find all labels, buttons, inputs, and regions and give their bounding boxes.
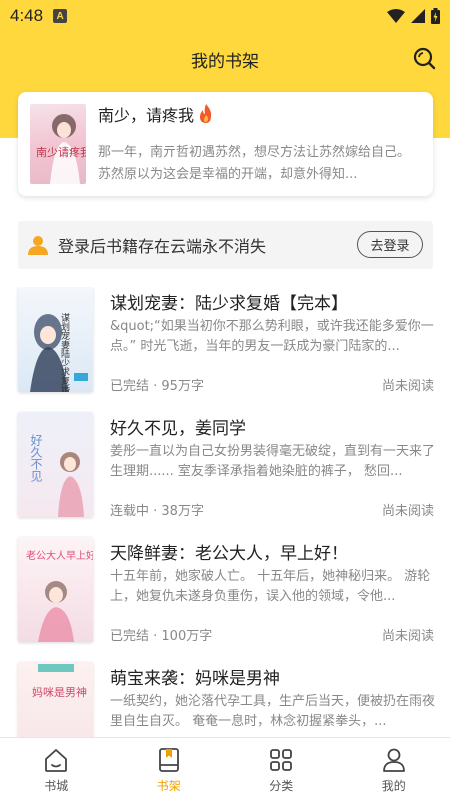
page-title: 我的书架 xyxy=(191,52,259,72)
book-status-wordcount: 连载中 · 38万字 xyxy=(110,504,204,519)
featured-book-description: 那一年，南亓哲初遇苏然，想尽方法让苏然嫁给自己。 苏然原以为这会是幸福的开端，却… xyxy=(98,145,411,182)
book-item[interactable]: 妈咪是男神 萌宝来袭：妈咪是男神 一纸契约，她沦落代孕工具，生产后当天，便被扔在… xyxy=(0,662,450,737)
hot-flame-icon xyxy=(200,104,212,123)
book-title: 好久不见，姜同学 xyxy=(110,419,246,439)
bookshelf-icon xyxy=(158,748,179,772)
book-item[interactable]: 谋划宠妻陆少求复婚 谋划宠妻：陆少求复婚【完本】 &quot;“如果当初你不那么… xyxy=(0,287,450,394)
category-grid-icon xyxy=(270,749,293,771)
book-cover: 妈咪是男神 xyxy=(18,662,93,737)
book-cover-text: 好久不见 xyxy=(29,434,43,483)
book-title: 萌宝来袭：妈咪是男神 xyxy=(110,669,280,689)
wifi-icon xyxy=(387,9,405,23)
status-time: 4:48 xyxy=(10,6,44,25)
featured-book-card[interactable]: 南少请疼我 南少，请疼我 那一年，南亓哲初遇苏然，想尽方法让苏然嫁给自己。 苏然… xyxy=(18,92,433,196)
home-icon xyxy=(45,749,68,772)
search-button[interactable] xyxy=(412,46,436,70)
featured-book-cover: 南少请疼我 xyxy=(30,104,86,184)
tab-profile-label: 我的 xyxy=(381,779,406,793)
featured-title-text: 南少，请疼我 xyxy=(98,106,195,125)
tab-bookshelf[interactable]: 书架 xyxy=(113,738,226,800)
signal-icon xyxy=(411,9,425,23)
battery-icon xyxy=(431,8,440,24)
notification-a-icon: A xyxy=(53,9,68,23)
status-icons xyxy=(387,8,440,24)
book-cover: 老公大人早上好 xyxy=(18,537,93,642)
search-icon xyxy=(413,47,436,70)
book-description: 一纸契约，她沦落代孕工具，生产后当天，便被扔在雨夜里自生自灭。 奄奄一息时，林念… xyxy=(110,694,435,729)
book-item[interactable]: 老公大人早上好 天降鲜妻：老公大人，早上好！ 十五年前，她家破人亡。 十五年后，… xyxy=(0,537,450,644)
tab-bookshelf-label: 书架 xyxy=(156,779,181,793)
user-icon xyxy=(28,236,48,255)
featured-cover-text: 南少请疼我 xyxy=(36,145,86,159)
book-cover: 好久不见 xyxy=(18,412,93,517)
book-status-wordcount: 已完结 · 95万字 xyxy=(110,379,204,394)
book-status-wordcount: 已完结 · 100万字 xyxy=(110,629,213,644)
login-button[interactable]: 去登录 xyxy=(357,231,423,258)
book-title: 天降鲜妻：老公大人，早上好！ xyxy=(110,544,348,564)
tab-profile[interactable]: 我的 xyxy=(338,738,450,800)
status-bar: 4:48 A xyxy=(0,0,450,32)
book-read-status: 尚未阅读 xyxy=(381,379,434,394)
tab-category-label: 分类 xyxy=(269,779,294,793)
login-prompt-text: 登录后书籍存在云端永不消失 xyxy=(58,237,267,256)
featured-book-title: 南少，请疼我 xyxy=(98,102,214,126)
book-description: &quot;“如果当初你不那么势利眼，或许我还能多爱你一点。” 时光飞逝，当年的… xyxy=(110,319,434,354)
book-cover: 谋划宠妻陆少求复婚 xyxy=(18,287,93,392)
book-item[interactable]: 好久不见 好久不见，姜同学 姜彤一直以为自己女扮男装得毫无破绽，直到有一天来了生… xyxy=(0,412,450,519)
tab-category[interactable]: 分类 xyxy=(225,738,338,800)
tab-bookstore[interactable]: 书城 xyxy=(0,738,113,800)
book-cover-text: 谋划宠妻陆少求复婚 xyxy=(59,313,70,392)
book-title: 谋划宠妻：陆少求复婚【完本】 xyxy=(110,294,348,314)
login-prompt-bar: 登录后书籍存在云端永不消失 去登录 xyxy=(18,221,433,269)
profile-icon xyxy=(382,748,405,772)
book-cover-text: 老公大人早上好 xyxy=(26,549,93,562)
bookshelf-list: 谋划宠妻陆少求复婚 谋划宠妻：陆少求复婚【完本】 &quot;“如果当初你不那么… xyxy=(0,287,450,737)
book-read-status: 尚未阅读 xyxy=(381,629,434,644)
tab-bookstore-label: 书城 xyxy=(44,779,69,793)
book-read-status: 尚未阅读 xyxy=(381,504,434,519)
book-description: 十五年前，她家破人亡。 十五年后，她神秘归来。 游轮上，她复仇未遂身负重伤，误入… xyxy=(110,569,431,604)
bottom-tab-bar: 书城 书架 分类 我的 xyxy=(0,737,450,800)
book-cover-text: 妈咪是男神 xyxy=(32,685,87,699)
book-description: 姜彤一直以为自己女扮男装得毫无破绽，直到有一天来了生理期...... 室友季译承… xyxy=(110,444,435,479)
